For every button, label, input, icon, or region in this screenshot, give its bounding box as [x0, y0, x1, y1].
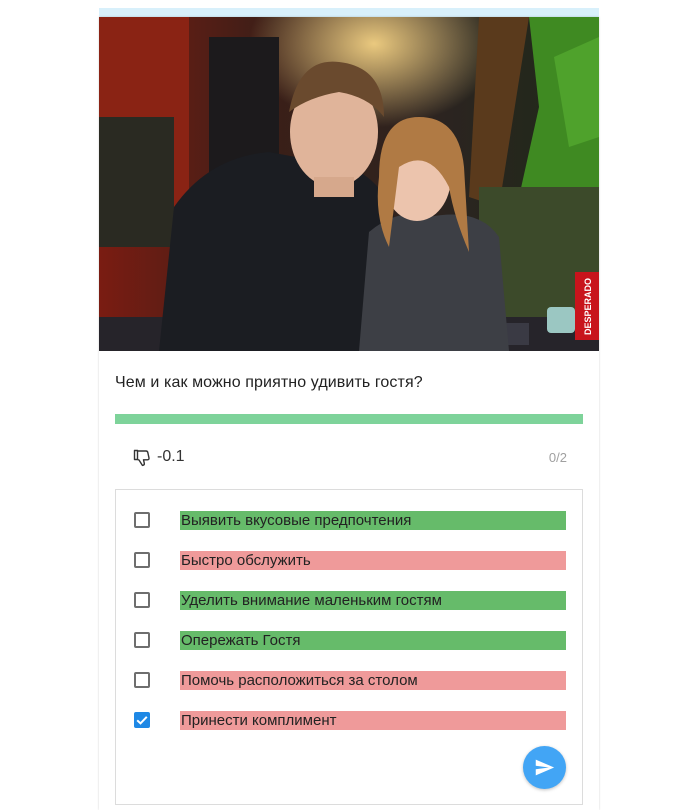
thumbs-down-icon [132, 448, 152, 468]
progress-fill [115, 414, 583, 424]
progress-bar [115, 414, 583, 424]
option-checkbox[interactable] [134, 672, 150, 688]
score-row: -0.1 0/2 [115, 445, 583, 471]
send-icon [535, 759, 555, 776]
option-item[interactable]: Быстро обслужить [116, 549, 582, 571]
option-item[interactable]: Выявить вкусовые предпочтения [116, 509, 582, 531]
top-accent-strip [99, 8, 599, 17]
send-button[interactable] [523, 746, 566, 789]
option-label: Принести комплимент [180, 711, 566, 730]
option-label: Помочь расположиться за столом [180, 671, 566, 690]
option-item[interactable]: Помочь расположиться за столом [116, 669, 582, 691]
photo-sign-text: DESPERADO [583, 278, 593, 335]
option-item[interactable]: Принести комплимент [116, 709, 582, 731]
option-label: Выявить вкусовые предпочтения [180, 511, 566, 530]
option-checkbox-checked[interactable] [134, 712, 150, 728]
option-label: Опережать Гостя [180, 631, 566, 650]
option-checkbox[interactable] [134, 512, 150, 528]
option-label: Уделить внимание маленьким гостям [180, 591, 566, 610]
answer-counter: 0/2 [548, 450, 567, 465]
question-text: Чем и как можно приятно удивить гостя? [115, 374, 423, 391]
option-checkbox[interactable] [134, 592, 150, 608]
options-list: Выявить вкусовые предпочтения Быстро обс… [115, 489, 583, 805]
question-photo: DESPERADO [99, 17, 599, 351]
option-checkbox[interactable] [134, 552, 150, 568]
question-card: DESPERADO Чем и как можно приятно удивит… [99, 17, 599, 810]
option-checkbox[interactable] [134, 632, 150, 648]
option-item[interactable]: Уделить внимание маленьким гостям [116, 589, 582, 611]
option-item[interactable]: Опережать Гостя [116, 629, 582, 651]
option-label: Быстро обслужить [180, 551, 566, 570]
score-value: -0.1 [157, 448, 185, 465]
